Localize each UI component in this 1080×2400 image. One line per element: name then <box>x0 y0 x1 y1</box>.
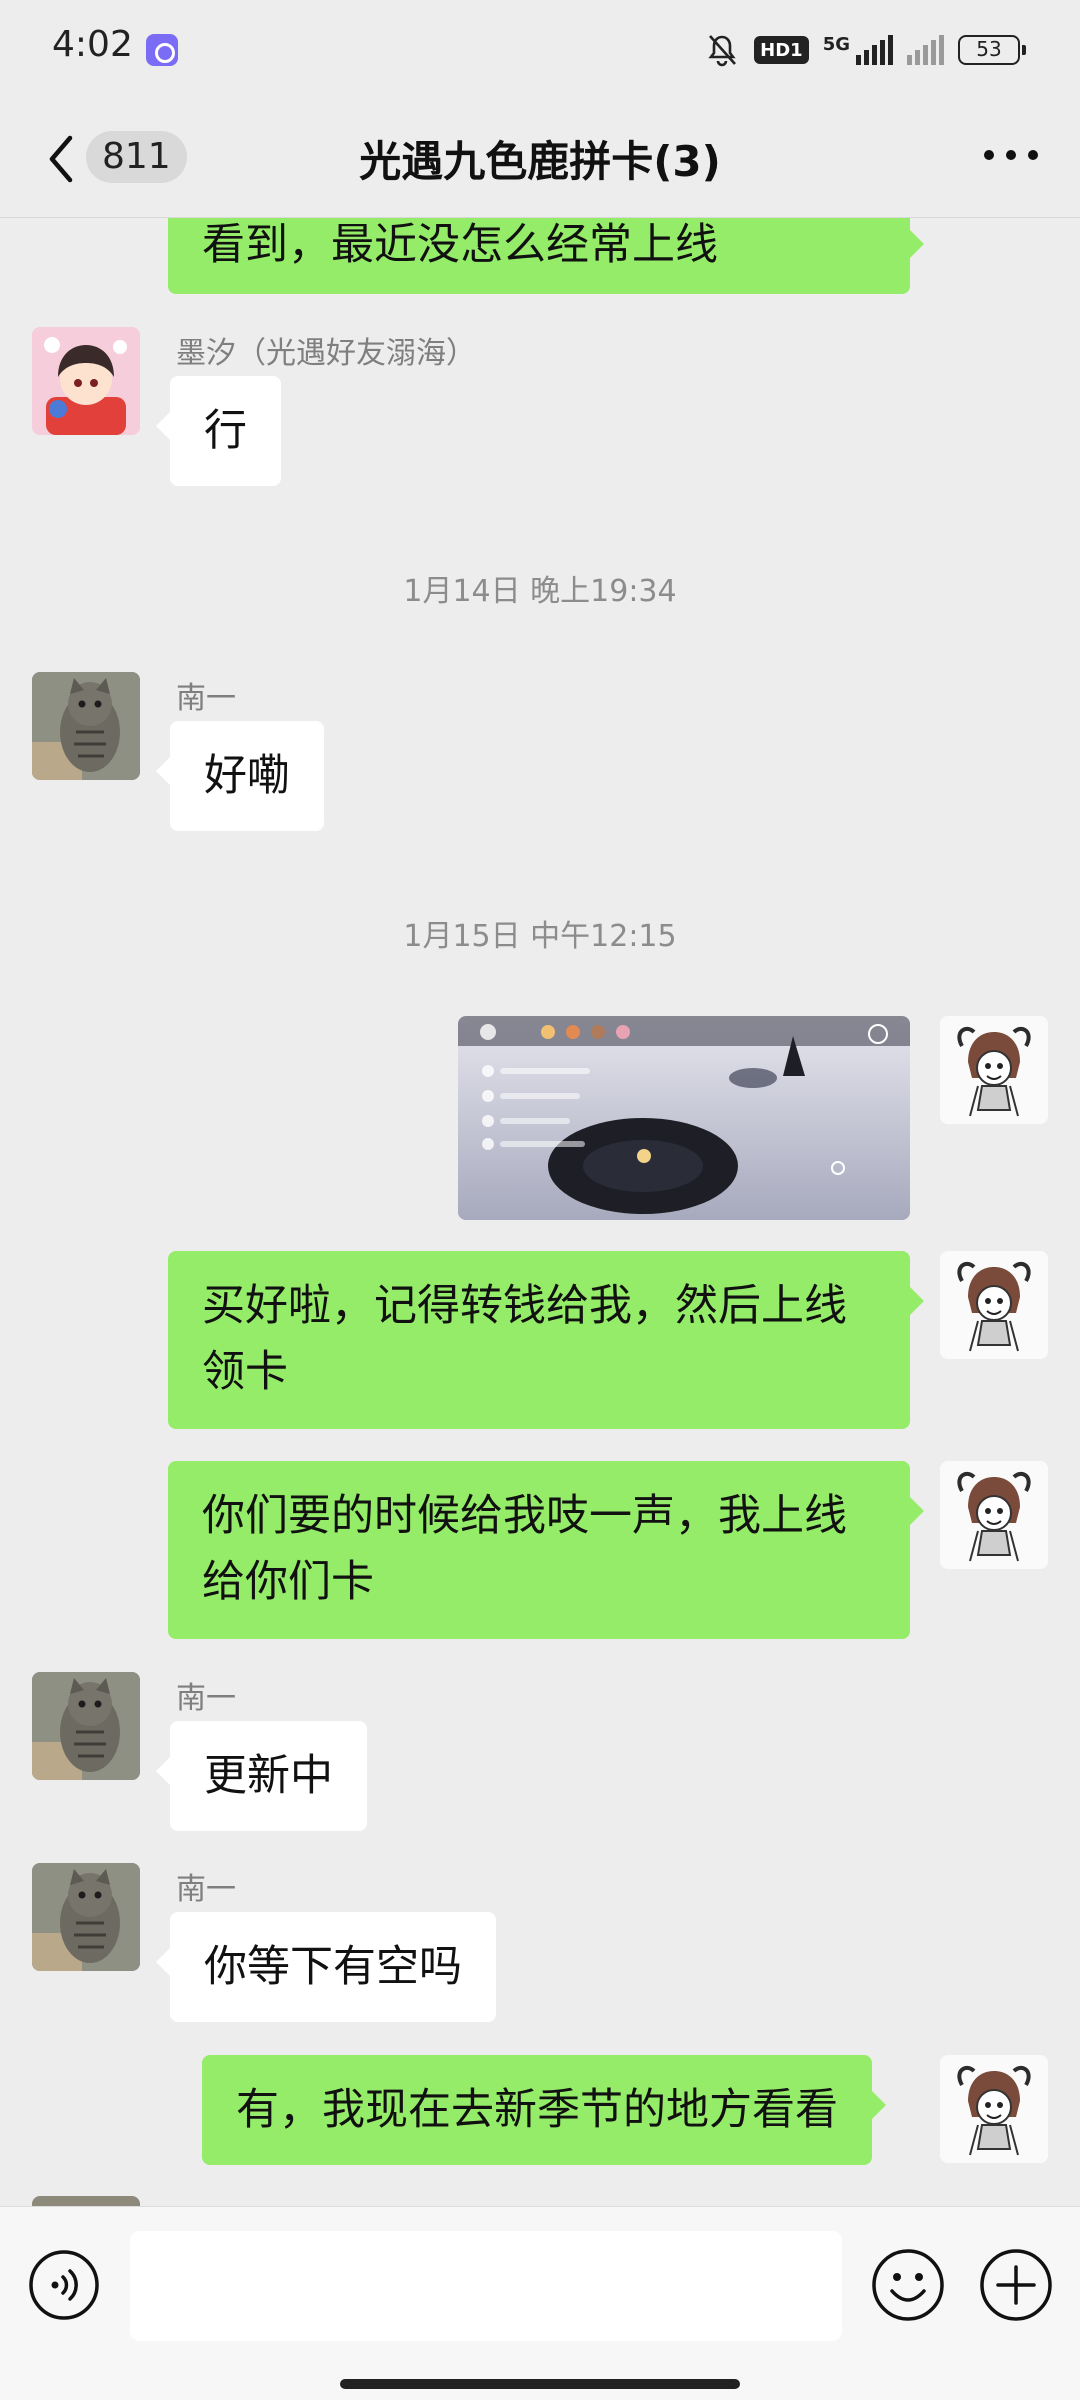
message-bubble-incoming[interactable]: 好嘞 <box>156 721 324 831</box>
home-indicator[interactable] <box>340 2379 740 2389</box>
message-text: 更新中 <box>204 1751 333 1801</box>
game-screenshot-image <box>458 1016 910 1220</box>
message-text-line: 买好啦，记得转钱给我，然后上线 <box>202 1281 847 1331</box>
avatar-cat[interactable] <box>32 1672 140 1780</box>
network-type: 5G <box>822 34 850 55</box>
anime-girl-avatar-icon <box>32 327 140 435</box>
message-text: 好嘞 <box>204 751 290 801</box>
message-text: 行 <box>204 406 247 456</box>
plus-icon[interactable] <box>978 2247 1054 2323</box>
battery-icon: 53 <box>958 35 1026 65</box>
cat-avatar-icon <box>32 1863 140 1971</box>
message-bubble-outgoing[interactable]: 买好啦，记得转钱给我，然后上线 领卡 <box>168 1251 924 1429</box>
chat-title[interactable]: 光遇九色鹿拼卡(3) <box>0 128 1080 189</box>
message-bubble-outgoing[interactable]: 有，我现在去新季节的地方看看 <box>202 2055 886 2165</box>
avatar-self[interactable] <box>940 1251 1048 1359</box>
sender-name: 南一 <box>176 1681 236 1716</box>
message-bubble-incoming[interactable]: 行 <box>156 376 281 486</box>
cat-avatar-icon <box>32 672 140 780</box>
hd-badge: HD1 <box>754 36 809 64</box>
emoji-icon[interactable] <box>870 2247 946 2323</box>
self-avatar-icon <box>940 2055 1048 2163</box>
message-text: 有，我现在去新季节的地方看看 <box>236 2085 838 2135</box>
avatar-anime-girl[interactable] <box>32 327 140 435</box>
input-bar <box>0 2206 1080 2400</box>
self-avatar-icon <box>940 1461 1048 1569</box>
mute-bell-icon <box>708 35 737 67</box>
notification-app-icon <box>146 34 178 66</box>
image-message[interactable] <box>458 1016 910 1220</box>
message-timestamp: 1月15日 中午12:15 <box>403 919 677 954</box>
status-bar: 4:02 HD1 5G 53 <box>0 0 1080 100</box>
avatar-cat[interactable] <box>32 672 140 780</box>
signal-strength-icon <box>856 35 893 65</box>
message-text-line: 领卡 <box>202 1347 288 1397</box>
self-avatar-icon <box>940 1251 1048 1359</box>
status-time: 4:02 <box>52 24 133 65</box>
more-options-icon[interactable] <box>984 150 1038 164</box>
message-text: 你等下有空吗 <box>204 1942 462 1992</box>
voice-input-icon[interactable] <box>28 2249 100 2321</box>
message-input[interactable] <box>130 2231 842 2341</box>
sender-name: 墨汐（光遇好友溺海） <box>176 336 476 371</box>
status-indicators: HD1 5G 53 <box>704 30 1026 70</box>
message-bubble-outgoing[interactable]: 你们要的时候给我吱一声，我上线 给你们卡 <box>168 1461 924 1639</box>
sender-name: 南一 <box>176 681 236 716</box>
avatar-self[interactable] <box>940 2055 1048 2163</box>
cat-avatar-icon <box>32 1672 140 1780</box>
avatar-cat[interactable] <box>32 1863 140 1971</box>
message-bubble-incoming[interactable]: 更新中 <box>156 1721 367 1831</box>
sender-name: 南一 <box>176 1872 236 1907</box>
avatar-self[interactable] <box>940 1016 1048 1124</box>
message-text: 看到，最近没怎么经常上线 <box>202 220 718 270</box>
avatar-cat-partial <box>32 2196 140 2206</box>
signal-strength-secondary-icon <box>907 35 944 65</box>
message-timestamp: 1月14日 晚上19:34 <box>403 574 677 609</box>
chat-header: 811 光遇九色鹿拼卡(3) <box>0 100 1080 218</box>
avatar-self[interactable] <box>940 1461 1048 1569</box>
message-bubble-incoming[interactable]: 你等下有空吗 <box>156 1912 496 2022</box>
message-text-line: 给你们卡 <box>202 1557 374 1607</box>
self-avatar-icon <box>940 1016 1048 1124</box>
message-text-line: 你们要的时候给我吱一声，我上线 <box>202 1491 847 1541</box>
